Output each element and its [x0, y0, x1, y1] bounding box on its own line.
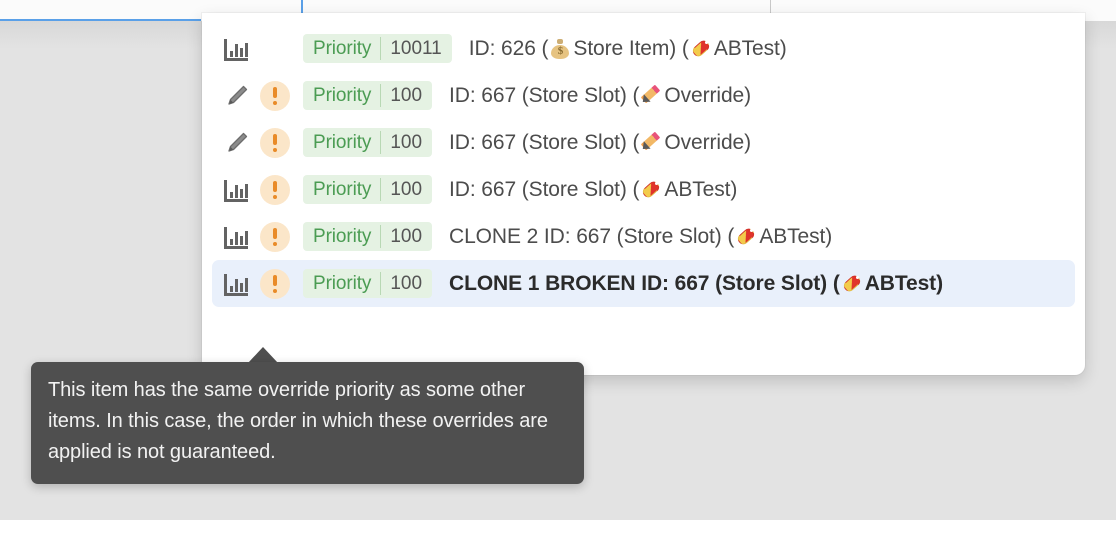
- tooltip-arrow: [248, 347, 278, 363]
- option-text-middle: ) (: [669, 36, 689, 60]
- option-text-main: CLONE 1 BROKEN ID: 667 (Store Slot) (: [449, 271, 840, 295]
- bar-chart-icon: [224, 178, 250, 202]
- bar-chart-icon: [224, 225, 250, 249]
- option-text-suffix: ): [825, 224, 833, 248]
- dropdown-option-row[interactable]: Priority 10011 ID: 626 ($ Store Item) ( ABTe…: [212, 25, 1075, 72]
- dropdown-option-text: ID: 626 ($ Store Item) ( ABTest): [469, 37, 787, 61]
- priority-badge-label: Priority: [313, 272, 372, 294]
- content-shade-right: [1085, 21, 1116, 49]
- warning-exclamation-icon[interactable]: [260, 268, 290, 299]
- option-kind-label: Override: [664, 130, 745, 154]
- option-kind-label: Override: [664, 83, 745, 107]
- option-text-main: ID: 667 (Store Slot) (: [449, 130, 640, 154]
- page-sheet-bottom: [0, 520, 1116, 538]
- option-text-main: ID: 667 (Store Slot) (: [449, 83, 640, 107]
- dropdown-option-row[interactable]: Priority 100 ID: 667 (Store Slot) ( ABTest): [212, 166, 1075, 213]
- priority-badge-label: Priority: [313, 225, 372, 247]
- priority-badge-label: Priority: [313, 84, 372, 106]
- dropdown-option-text: ID: 667 (Store Slot) ( Override): [449, 84, 751, 108]
- dropdown-option-row[interactable]: Priority 100 ID: 667 (Store Slot) ( Overrid…: [212, 72, 1075, 119]
- priority-badge-value: 100: [390, 84, 423, 106]
- dropdown-option-text: ID: 667 (Store Slot) ( Override): [449, 131, 751, 155]
- content-shade-left: [0, 21, 202, 49]
- option-text-suffix: ): [744, 83, 752, 107]
- option-kind-label: ABTest: [664, 177, 731, 201]
- pill-emoji: [735, 226, 757, 247]
- warning-exclamation-icon[interactable]: [260, 221, 290, 252]
- priority-badge: Priority 100: [303, 128, 433, 157]
- option-source-label: Store Item: [573, 36, 670, 60]
- dropdown-option-row[interactable]: Priority 100 ID: 667 (Store Slot) ( Overrid…: [212, 119, 1075, 166]
- option-text-main: CLONE 2 ID: 667 (Store Slot) (: [449, 224, 735, 248]
- option-text-main: ID: 667 (Store Slot) (: [449, 177, 640, 201]
- option-text-main: ID: 626 (: [468, 36, 549, 60]
- priority-badge: Priority 100: [303, 269, 433, 298]
- priority-badge-value: 10011: [390, 37, 442, 59]
- pencil-emoji: [639, 84, 661, 106]
- warning-exclamation-icon[interactable]: [260, 174, 290, 205]
- option-kind-label: ABTest: [864, 271, 937, 295]
- option-kind-label: ABTest: [713, 36, 780, 60]
- priority-badge: Priority 100: [303, 222, 433, 251]
- dropdown-option-text: CLONE 2 ID: 667 (Store Slot) ( ABTest): [449, 225, 832, 249]
- priority-badge: Priority 100: [303, 175, 433, 204]
- option-text-suffix: ): [779, 36, 787, 60]
- priority-badge-value: 100: [390, 131, 423, 153]
- warning-exclamation-icon[interactable]: [260, 80, 290, 111]
- dropdown-option-text: CLONE 1 BROKEN ID: 667 (Store Slot) ( ABT…: [449, 272, 943, 296]
- money-bag-emoji: $: [550, 38, 570, 59]
- priority-badge-value: 100: [390, 178, 423, 200]
- pill-emoji: [690, 38, 712, 59]
- priority-badge: Priority 10011: [303, 34, 452, 63]
- pill-emoji: [640, 179, 662, 200]
- option-text-suffix: ): [936, 271, 943, 295]
- option-kind-label: ABTest: [759, 224, 826, 248]
- dropdown-option-list: Priority 10011 ID: 626 ($ Store Item) ( ABTe…: [212, 25, 1075, 307]
- option-text-suffix: ): [730, 177, 738, 201]
- pill-emoji: [841, 273, 863, 294]
- priority-badge: Priority 100: [303, 81, 433, 110]
- priority-badge-label: Priority: [313, 37, 372, 59]
- priority-badge-value: 100: [390, 225, 423, 247]
- same-priority-warning-tooltip: This item has the same override priority…: [31, 362, 584, 484]
- pencil-emoji: [639, 131, 661, 153]
- pencil-icon: [224, 131, 250, 155]
- priority-badge-label: Priority: [313, 178, 372, 200]
- option-text-suffix: ): [744, 130, 752, 154]
- dropdown-option-row[interactable]: Priority 100 CLONE 2 ID: 667 (Store Slot) …: [212, 213, 1075, 260]
- dropdown-option-row[interactable]: Priority 100 CLONE 1 BROKEN ID: 667 (Store…: [212, 260, 1075, 307]
- bar-chart-icon: [224, 37, 250, 61]
- warning-exclamation-icon[interactable]: [260, 127, 290, 158]
- priority-badge-label: Priority: [313, 131, 372, 153]
- priority-badge-value: 100: [390, 272, 423, 294]
- dropdown-option-text: ID: 667 (Store Slot) ( ABTest): [449, 178, 737, 202]
- bar-chart-icon: [224, 272, 250, 296]
- pencil-icon: [224, 84, 250, 108]
- override-priority-dropdown[interactable]: Priority 10011 ID: 626 ($ Store Item) ( ABTe…: [202, 13, 1085, 375]
